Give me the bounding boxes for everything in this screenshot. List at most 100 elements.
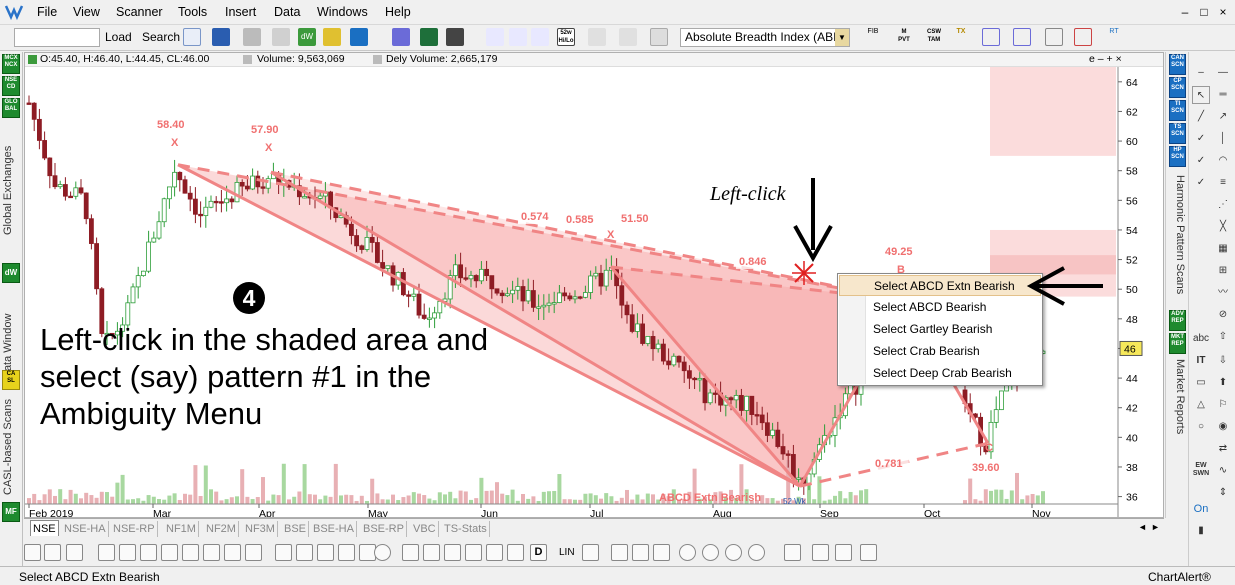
refresh-icon[interactable]: [420, 28, 438, 46]
menu-data[interactable]: Data: [274, 5, 300, 19]
ray-tool-icon[interactable]: ↗: [1214, 108, 1232, 126]
tools-icon[interactable]: [323, 28, 341, 46]
cycle-tool-icon[interactable]: ⊘: [1214, 306, 1232, 324]
trendline-tool-icon[interactable]: ╱: [1192, 108, 1210, 126]
chart-window-controls[interactable]: e – + ×: [1089, 53, 1122, 66]
print-icon[interactable]: [243, 28, 261, 46]
zoom-region-icon[interactable]: [632, 544, 649, 561]
fan-tool-icon[interactable]: ⋰: [1214, 196, 1232, 214]
chart-pattern-scan-badge[interactable]: CP SCN: [1169, 77, 1186, 98]
search-icon[interactable]: [679, 544, 696, 561]
tab-scroll-left-icon[interactable]: ◄: [1138, 522, 1147, 532]
tab-nf3m[interactable]: NF3M: [243, 521, 278, 537]
market-icon[interactable]: [350, 28, 368, 46]
moving-average-icon[interactable]: [619, 28, 637, 46]
ellipse-tool-icon[interactable]: ○: [1192, 418, 1210, 436]
gann-tool-icon[interactable]: ╳: [1214, 218, 1232, 236]
template-save-icon[interactable]: [835, 544, 852, 561]
print-preview-icon[interactable]: [272, 28, 290, 46]
menu-tools[interactable]: Tools: [178, 5, 207, 19]
tab-bse-ha[interactable]: BSE-HA: [311, 521, 357, 537]
menu-view[interactable]: View: [73, 5, 100, 19]
chart-select-icon[interactable]: [183, 28, 201, 46]
nse-cd-badge[interactable]: NSE CD: [2, 76, 20, 96]
52w-hilo-icon[interactable]: 52w Hi/Lo: [557, 28, 575, 46]
scale-tool-icon[interactable]: ⇕: [1214, 484, 1232, 502]
pvt-icon[interactable]: M PVT: [895, 28, 913, 46]
arc-icon[interactable]: [402, 544, 419, 561]
table-icon[interactable]: [582, 544, 599, 561]
bands-icon[interactable]: [650, 28, 668, 46]
line-tool-icon[interactable]: —: [1214, 64, 1232, 82]
harmonic-pattern-scans-label[interactable]: Harmonic Pattern Scans: [1169, 170, 1186, 300]
channel-icon[interactable]: [296, 544, 313, 561]
angle-icon[interactable]: [423, 544, 440, 561]
tab-scroll-right-icon[interactable]: ►: [1151, 522, 1160, 532]
ambiguity-menu[interactable]: Select ABCD Extn Bearish Select ABCD Bea…: [837, 273, 1043, 386]
trading-system-scan-badge[interactable]: TS SCN: [1169, 123, 1186, 144]
indicator-select[interactable]: Absolute Breadth Index (ABI ▼: [680, 28, 850, 47]
global-exchanges-label[interactable]: Global Exchanges: [2, 120, 20, 260]
text-style-tool-icon[interactable]: IT: [1192, 352, 1210, 370]
mcx-ncx-badge[interactable]: MCX NCX: [2, 54, 20, 74]
minus-tool-icon[interactable]: –: [1192, 64, 1210, 82]
candle-icon[interactable]: [1074, 28, 1092, 46]
data-window-badge[interactable]: dW: [2, 263, 20, 283]
envelope-icon[interactable]: [486, 544, 503, 561]
compress-icon[interactable]: [182, 544, 199, 561]
market-report-badge[interactable]: MKT REP: [1169, 333, 1186, 354]
tab-bse-rp[interactable]: BSE-RP: [361, 521, 407, 537]
menu-item-gartley-bearish[interactable]: Select Gartley Bearish: [839, 319, 1041, 340]
layout-icon[interactable]: [860, 544, 877, 561]
grid-icon[interactable]: [224, 544, 241, 561]
data-window-icon[interactable]: dW: [298, 28, 316, 46]
arrow-icon[interactable]: [245, 544, 262, 561]
tab-nse-ha[interactable]: NSE-HA: [62, 521, 109, 537]
zoom-in-bars-icon[interactable]: [98, 544, 115, 561]
wave-icon[interactable]: [465, 544, 482, 561]
menu-item-abcd-extn-bearish[interactable]: Select ABCD Extn Bearish: [839, 275, 1041, 296]
decimal-alt-icon[interactable]: [66, 544, 83, 561]
menu-item-abcd-bearish[interactable]: Select ABCD Bearish: [839, 297, 1041, 318]
technical-indicator-scan-badge[interactable]: TI SCN: [1169, 100, 1186, 121]
decimal-icon[interactable]: [24, 544, 41, 561]
menu-windows[interactable]: Windows: [317, 5, 368, 19]
zoom-out-bars-icon[interactable]: [119, 544, 136, 561]
record-icon[interactable]: [374, 544, 391, 561]
zoom-area-icon[interactable]: [653, 544, 670, 561]
tab-nf1m[interactable]: NF1M: [164, 521, 199, 537]
properties-icon[interactable]: [784, 544, 801, 561]
scroll-end-icon[interactable]: [161, 544, 178, 561]
menu-item-deep-crab-bearish[interactable]: Select Deep Crab Bearish: [839, 363, 1041, 384]
tab-ts-stats[interactable]: TS-Stats: [442, 521, 490, 537]
casl-scans-label[interactable]: CASL-based Scans: [2, 392, 20, 502]
sl2-tool-icon[interactable]: ✓: [1192, 152, 1210, 170]
rt-icon[interactable]: RT: [1105, 28, 1123, 46]
menu-scanner[interactable]: Scanner: [116, 5, 163, 19]
menu-item-crab-bearish[interactable]: Select Crab Bearish: [839, 341, 1041, 362]
on-toggle[interactable]: On: [1192, 500, 1210, 518]
fib-line-icon[interactable]: [317, 544, 334, 561]
swing-tool-icon[interactable]: ⇄: [1214, 440, 1232, 458]
arc-tool-icon[interactable]: ◠: [1214, 152, 1232, 170]
fib-icon[interactable]: FIB: [864, 28, 882, 46]
load-button[interactable]: Load: [105, 30, 132, 44]
trendline-icon[interactable]: [275, 544, 292, 561]
csw-tam-icon[interactable]: CSW TAM: [925, 28, 943, 46]
vol-chart-icon[interactable]: [509, 28, 527, 46]
market-reports-label[interactable]: Market Reports: [1169, 357, 1186, 437]
minimize-button[interactable]: –: [1177, 4, 1193, 20]
zoom-in-icon[interactable]: [725, 544, 742, 561]
restore-button[interactable]: □: [1196, 4, 1212, 20]
zoom-fit-icon[interactable]: [611, 544, 628, 561]
display-mode-icon[interactable]: D: [530, 544, 547, 561]
cycle-icon[interactable]: [444, 544, 461, 561]
search-button[interactable]: Search: [142, 30, 180, 44]
volume-bars-icon[interactable]: [588, 28, 606, 46]
mf-badge[interactable]: MF: [2, 502, 20, 522]
wave-tool-icon[interactable]: 〰: [1214, 284, 1232, 302]
symbol-input[interactable]: [14, 28, 100, 47]
bullet-tool-icon[interactable]: ◉: [1214, 418, 1232, 436]
grid-tool-icon[interactable]: ▦: [1214, 240, 1232, 258]
triangle-tool-icon[interactable]: △: [1192, 396, 1210, 414]
